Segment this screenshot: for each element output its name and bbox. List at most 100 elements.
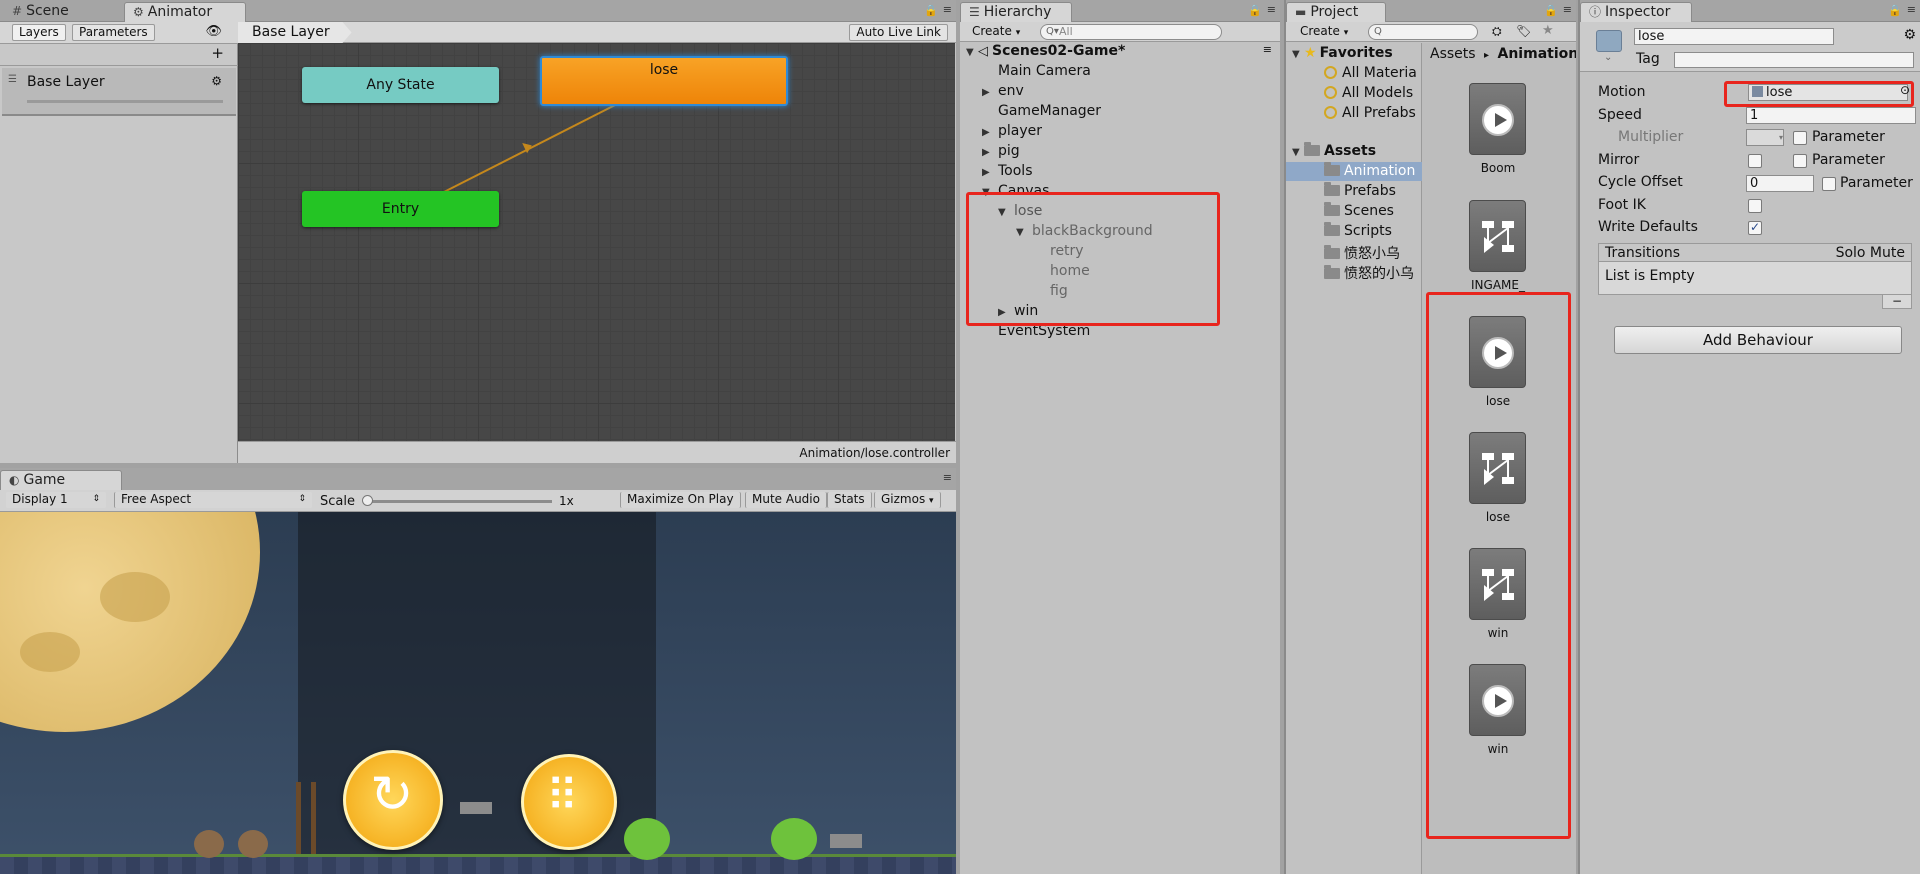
asset-breadcrumb: Assets ▸ Animation: [1430, 46, 1576, 62]
gizmos-dropdown[interactable]: Gizmos ▾: [874, 492, 941, 508]
tab-scene[interactable]: # Scene: [4, 2, 79, 22]
folder-item-angry-bird[interactable]: 愤怒小乌: [1324, 243, 1400, 263]
mute-audio-toggle[interactable]: Mute Audio: [745, 492, 827, 508]
mirror-checkbox[interactable]: [1748, 154, 1762, 168]
maximize-on-play-toggle[interactable]: Maximize On Play: [620, 492, 741, 508]
pig-sprite: [771, 818, 817, 860]
entry-node[interactable]: Entry: [302, 191, 499, 227]
gear-icon[interactable]: ⚙: [1903, 27, 1916, 43]
folder-item-scripts[interactable]: Scripts: [1324, 222, 1392, 239]
game-viewport[interactable]: ↻ ⠿: [0, 512, 956, 874]
multiplier-dropdown[interactable]: ▾: [1746, 129, 1784, 146]
asset-animation-clip[interactable]: [1469, 83, 1526, 155]
hierarchy-search-input[interactable]: Q▾ All: [1040, 24, 1222, 40]
cycle-offset-parameter-checkbox[interactable]: [1822, 177, 1836, 191]
hierarchy-tabbar: ☰ Hierarchy 🔒 ≡: [960, 0, 1280, 22]
hierarchy-item-player[interactable]: ▶ player: [982, 123, 1042, 139]
favorite-item[interactable]: All Materia: [1324, 65, 1417, 81]
multiplier-parameter-checkbox[interactable]: [1793, 131, 1807, 145]
lock-icon[interactable]: 🔒: [1888, 4, 1902, 17]
cycle-offset-field[interactable]: 0: [1746, 175, 1814, 192]
speed-label: Speed: [1598, 107, 1642, 123]
add-layer-button[interactable]: +: [211, 44, 224, 62]
state-machine-graph[interactable]: Any State lose Entry: [238, 43, 955, 441]
breadcrumb-assets[interactable]: Assets: [1430, 46, 1476, 62]
tab-game[interactable]: ◐ Game: [0, 470, 122, 490]
pane-menu-icon[interactable]: ≡: [943, 471, 952, 484]
hierarchy-item-gamemanager[interactable]: GameManager: [998, 103, 1101, 119]
state-icon: [1596, 30, 1622, 52]
assets-row[interactable]: ▼ Assets: [1292, 142, 1376, 159]
eye-icon[interactable]: 👁: [205, 24, 222, 39]
lose-state-node[interactable]: lose: [540, 56, 788, 106]
retry-button[interactable]: ↻: [343, 750, 443, 850]
auto-live-link-button[interactable]: Auto Live Link: [849, 24, 948, 41]
scene-menu-icon[interactable]: ≡: [1263, 43, 1272, 56]
tab-parameters[interactable]: Parameters: [72, 24, 155, 41]
mirror-parameter-checkbox[interactable]: [1793, 154, 1807, 168]
tab-animator[interactable]: ⚙ Animator: [124, 2, 246, 22]
pane-menu-icon[interactable]: ≡: [943, 3, 952, 16]
expand-arrow-icon[interactable]: ▼: [966, 47, 978, 58]
scale-slider[interactable]: [366, 500, 552, 503]
scale-slider-thumb[interactable]: [362, 495, 373, 506]
home-button[interactable]: ⠿: [521, 754, 617, 850]
aspect-dropdown[interactable]: Free Aspect ⇕: [114, 492, 312, 508]
speed-field[interactable]: 1: [1746, 107, 1916, 124]
folder-item-scenes[interactable]: Scenes: [1324, 202, 1394, 219]
expand-arrow-icon[interactable]: ▶: [982, 167, 994, 178]
hierarchy-item-main-camera[interactable]: Main Camera: [998, 63, 1091, 79]
filter-label-icon[interactable]: 🏷: [1516, 24, 1531, 38]
project-search-input[interactable]: Q: [1368, 24, 1478, 40]
pane-menu-icon[interactable]: ≡: [1907, 3, 1916, 16]
breadcrumb-animation[interactable]: Animation: [1498, 46, 1577, 62]
hierarchy-item-tools[interactable]: ▶ Tools: [982, 163, 1033, 179]
state-name-field[interactable]: lose: [1634, 28, 1834, 45]
favorites-row[interactable]: ▼ ★ Favorites: [1292, 45, 1393, 61]
tab-inspector[interactable]: ⓘ Inspector: [1580, 2, 1692, 22]
hierarchy-item-env[interactable]: ▶ env: [982, 83, 1024, 99]
expand-arrow-icon[interactable]: ▼: [1292, 49, 1304, 60]
filter-type-icon[interactable]: ⛭: [1492, 24, 1502, 39]
animator-controller-icon: [1482, 221, 1514, 253]
folder-item-prefabs[interactable]: Prefabs: [1324, 182, 1396, 199]
create-dropdown[interactable]: Create ▾: [966, 24, 1027, 40]
stone-block: [460, 802, 492, 814]
write-defaults-label: Write Defaults: [1598, 219, 1698, 235]
solo-mute-label: Solo Mute: [1835, 245, 1905, 261]
scene-row[interactable]: ▼ ◁ Scenes02-Game* ≡: [966, 43, 1276, 59]
lock-icon[interactable]: 🔒: [1248, 4, 1262, 17]
foot-ik-checkbox[interactable]: [1748, 199, 1762, 213]
pane-menu-icon[interactable]: ≡: [1267, 3, 1276, 16]
display-dropdown[interactable]: Display 1 ⇕: [6, 492, 106, 508]
favorite-item[interactable]: All Prefabs: [1324, 105, 1416, 121]
tag-field[interactable]: [1674, 52, 1914, 68]
write-defaults-checkbox[interactable]: ✓: [1748, 221, 1762, 235]
tab-layers[interactable]: Layers: [12, 24, 66, 41]
folder-item-animation[interactable]: Animation: [1324, 162, 1415, 179]
tab-hierarchy[interactable]: ☰ Hierarchy: [960, 2, 1072, 22]
stats-toggle[interactable]: Stats: [827, 492, 872, 508]
tab-project[interactable]: ▬ Project: [1286, 2, 1386, 22]
hierarchy-item-pig[interactable]: ▶ pig: [982, 143, 1020, 159]
layer-row-base[interactable]: ☰ Base Layer ⚙: [2, 68, 236, 116]
asset-animator-controller[interactable]: [1469, 200, 1526, 272]
lock-icon[interactable]: 🔒: [1544, 4, 1558, 17]
folder-item-angry-birds[interactable]: 愤怒的小乌: [1324, 263, 1414, 283]
expand-arrow-icon[interactable]: ▶: [982, 147, 994, 158]
graph-footer: Animation/lose.controller: [238, 441, 956, 463]
remove-transition-button[interactable]: −: [1882, 295, 1912, 309]
create-dropdown[interactable]: Create ▾: [1294, 24, 1355, 40]
pane-menu-icon[interactable]: ≡: [1563, 3, 1572, 16]
expand-arrow-icon[interactable]: ▶: [982, 87, 994, 98]
lock-icon[interactable]: 🔒: [924, 4, 938, 17]
layer-settings-icon[interactable]: ⚙: [211, 74, 222, 88]
add-behaviour-button[interactable]: Add Behaviour: [1614, 326, 1902, 354]
any-state-node[interactable]: Any State: [302, 67, 499, 103]
expand-arrow-icon[interactable]: ▶: [982, 127, 994, 138]
star-icon[interactable]: ★: [1542, 23, 1554, 38]
drag-handle-icon[interactable]: ☰: [8, 74, 17, 85]
expand-arrow-icon[interactable]: ▼: [1292, 147, 1304, 158]
breadcrumb[interactable]: Base Layer: [238, 22, 352, 43]
favorite-item[interactable]: All Models: [1324, 85, 1413, 101]
